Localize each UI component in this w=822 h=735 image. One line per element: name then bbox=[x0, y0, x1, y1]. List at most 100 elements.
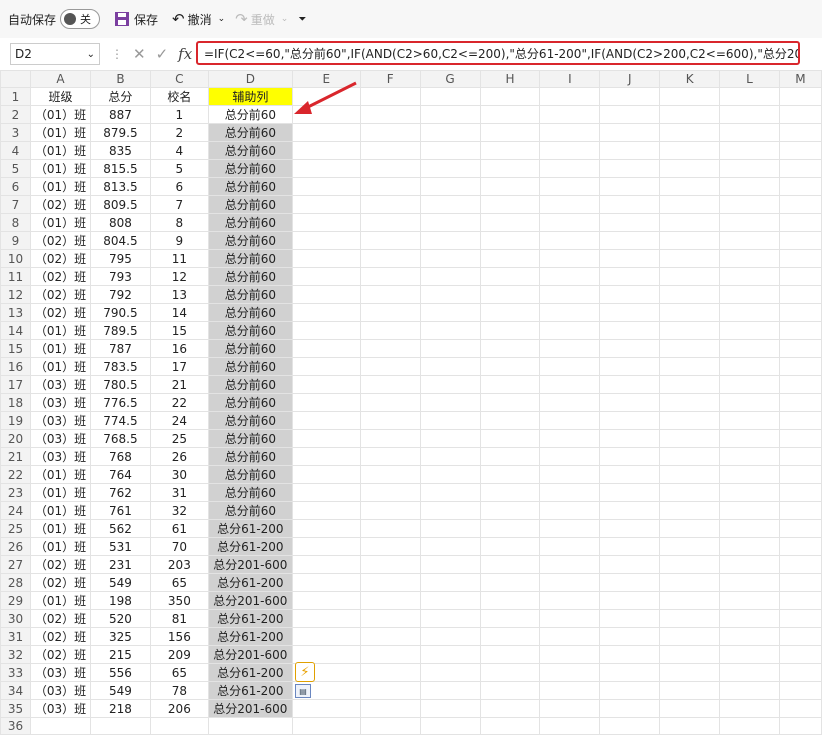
cell-b[interactable]: 792 bbox=[89, 285, 151, 304]
empty-cell[interactable] bbox=[359, 411, 421, 430]
empty-cell[interactable] bbox=[419, 501, 481, 520]
customize-toolbar-icon[interactable]: ⏷ bbox=[298, 14, 306, 25]
cell-a[interactable]: （03）班 bbox=[29, 429, 91, 448]
cell-c[interactable]: 70 bbox=[149, 537, 209, 556]
empty-cell[interactable] bbox=[419, 573, 481, 592]
empty-cell[interactable] bbox=[599, 501, 661, 520]
empty-cell[interactable] bbox=[719, 339, 780, 358]
cell-a[interactable]: （01）班 bbox=[29, 213, 91, 232]
empty-cell[interactable] bbox=[778, 573, 822, 592]
empty-cell[interactable] bbox=[719, 627, 780, 646]
empty-cell[interactable] bbox=[778, 195, 822, 214]
empty-cell[interactable] bbox=[778, 681, 822, 700]
empty-cell[interactable] bbox=[778, 609, 822, 628]
empty-cell[interactable] bbox=[291, 123, 361, 142]
empty-cell[interactable] bbox=[479, 555, 541, 574]
empty-cell[interactable] bbox=[719, 231, 780, 250]
cell-a[interactable]: 班级 bbox=[29, 87, 91, 106]
row-header[interactable]: 15 bbox=[0, 339, 31, 358]
empty-cell[interactable] bbox=[291, 555, 361, 574]
row-header[interactable]: 4 bbox=[0, 141, 31, 160]
empty-cell[interactable] bbox=[359, 195, 421, 214]
empty-cell[interactable] bbox=[291, 447, 361, 466]
cancel-icon[interactable]: ✕ bbox=[133, 45, 146, 63]
cell-c[interactable]: 8 bbox=[149, 213, 209, 232]
empty-cell[interactable] bbox=[719, 699, 780, 718]
empty-cell[interactable] bbox=[419, 699, 481, 718]
empty-cell[interactable] bbox=[599, 483, 661, 502]
row-header[interactable]: 2 bbox=[0, 105, 31, 124]
empty-cell[interactable] bbox=[291, 159, 361, 178]
empty-cell[interactable] bbox=[778, 285, 822, 304]
empty-cell[interactable] bbox=[291, 141, 361, 160]
cell-c[interactable]: 13 bbox=[149, 285, 209, 304]
empty-cell[interactable] bbox=[291, 717, 361, 735]
empty-cell[interactable] bbox=[359, 123, 421, 142]
empty-cell[interactable] bbox=[539, 411, 601, 430]
row-header[interactable]: 34 bbox=[0, 681, 31, 700]
row-header[interactable]: 17 bbox=[0, 375, 31, 394]
undo-dropdown-icon[interactable]: ⌄ bbox=[218, 14, 226, 24]
cell-c[interactable]: 78 bbox=[149, 681, 209, 700]
empty-cell[interactable] bbox=[291, 195, 361, 214]
cell-d[interactable]: 总分61-200 bbox=[207, 663, 293, 682]
cell-c[interactable]: 2 bbox=[149, 123, 209, 142]
empty-cell[interactable] bbox=[659, 195, 721, 214]
empty-cell[interactable] bbox=[659, 303, 721, 322]
empty-cell[interactable] bbox=[719, 303, 780, 322]
empty-cell[interactable] bbox=[659, 663, 721, 682]
row-header[interactable]: 6 bbox=[0, 177, 31, 196]
empty-cell[interactable] bbox=[719, 105, 780, 124]
empty-cell[interactable] bbox=[539, 357, 601, 376]
cell-c[interactable]: 203 bbox=[149, 555, 209, 574]
empty-cell[interactable] bbox=[419, 645, 481, 664]
empty-cell[interactable] bbox=[479, 87, 541, 106]
empty-cell[interactable] bbox=[719, 213, 780, 232]
empty-cell[interactable] bbox=[599, 465, 661, 484]
empty-cell[interactable] bbox=[291, 357, 361, 376]
empty-cell[interactable] bbox=[419, 609, 481, 628]
empty-cell[interactable] bbox=[291, 393, 361, 412]
column-header-e[interactable]: E bbox=[291, 70, 361, 88]
empty-cell[interactable] bbox=[778, 357, 822, 376]
empty-cell[interactable] bbox=[599, 285, 661, 304]
empty-cell[interactable] bbox=[419, 555, 481, 574]
cell-a[interactable]: （01）班 bbox=[29, 519, 91, 538]
cell-b[interactable]: 761 bbox=[89, 501, 151, 520]
empty-cell[interactable] bbox=[291, 231, 361, 250]
empty-cell[interactable] bbox=[778, 717, 822, 735]
cell-d[interactable]: 总分前60 bbox=[207, 195, 293, 214]
empty-cell[interactable] bbox=[149, 717, 209, 735]
empty-cell[interactable] bbox=[419, 105, 481, 124]
empty-cell[interactable] bbox=[291, 285, 361, 304]
empty-cell[interactable] bbox=[479, 357, 541, 376]
row-header[interactable]: 10 bbox=[0, 249, 31, 268]
empty-cell[interactable] bbox=[419, 303, 481, 322]
cell-b[interactable]: 549 bbox=[89, 573, 151, 592]
empty-cell[interactable] bbox=[539, 465, 601, 484]
empty-cell[interactable] bbox=[659, 321, 721, 340]
empty-cell[interactable] bbox=[659, 681, 721, 700]
select-all-corner[interactable] bbox=[0, 70, 31, 88]
autosave-toggle[interactable]: 关 bbox=[60, 9, 101, 29]
cell-a[interactable]: （02）班 bbox=[29, 627, 91, 646]
empty-cell[interactable] bbox=[599, 645, 661, 664]
empty-cell[interactable] bbox=[359, 375, 421, 394]
empty-cell[interactable] bbox=[291, 573, 361, 592]
column-header-j[interactable]: J bbox=[599, 70, 661, 88]
cell-d[interactable]: 总分61-200 bbox=[207, 519, 293, 538]
empty-cell[interactable] bbox=[719, 717, 780, 735]
empty-cell[interactable] bbox=[778, 177, 822, 196]
empty-cell[interactable] bbox=[359, 267, 421, 286]
empty-cell[interactable] bbox=[599, 249, 661, 268]
empty-cell[interactable] bbox=[719, 591, 780, 610]
empty-cell[interactable] bbox=[778, 249, 822, 268]
empty-cell[interactable] bbox=[291, 465, 361, 484]
cell-a[interactable]: （03）班 bbox=[29, 375, 91, 394]
empty-cell[interactable] bbox=[539, 195, 601, 214]
row-header[interactable]: 27 bbox=[0, 555, 31, 574]
empty-cell[interactable] bbox=[599, 591, 661, 610]
cell-c[interactable]: 61 bbox=[149, 519, 209, 538]
empty-cell[interactable] bbox=[778, 375, 822, 394]
empty-cell[interactable] bbox=[359, 177, 421, 196]
